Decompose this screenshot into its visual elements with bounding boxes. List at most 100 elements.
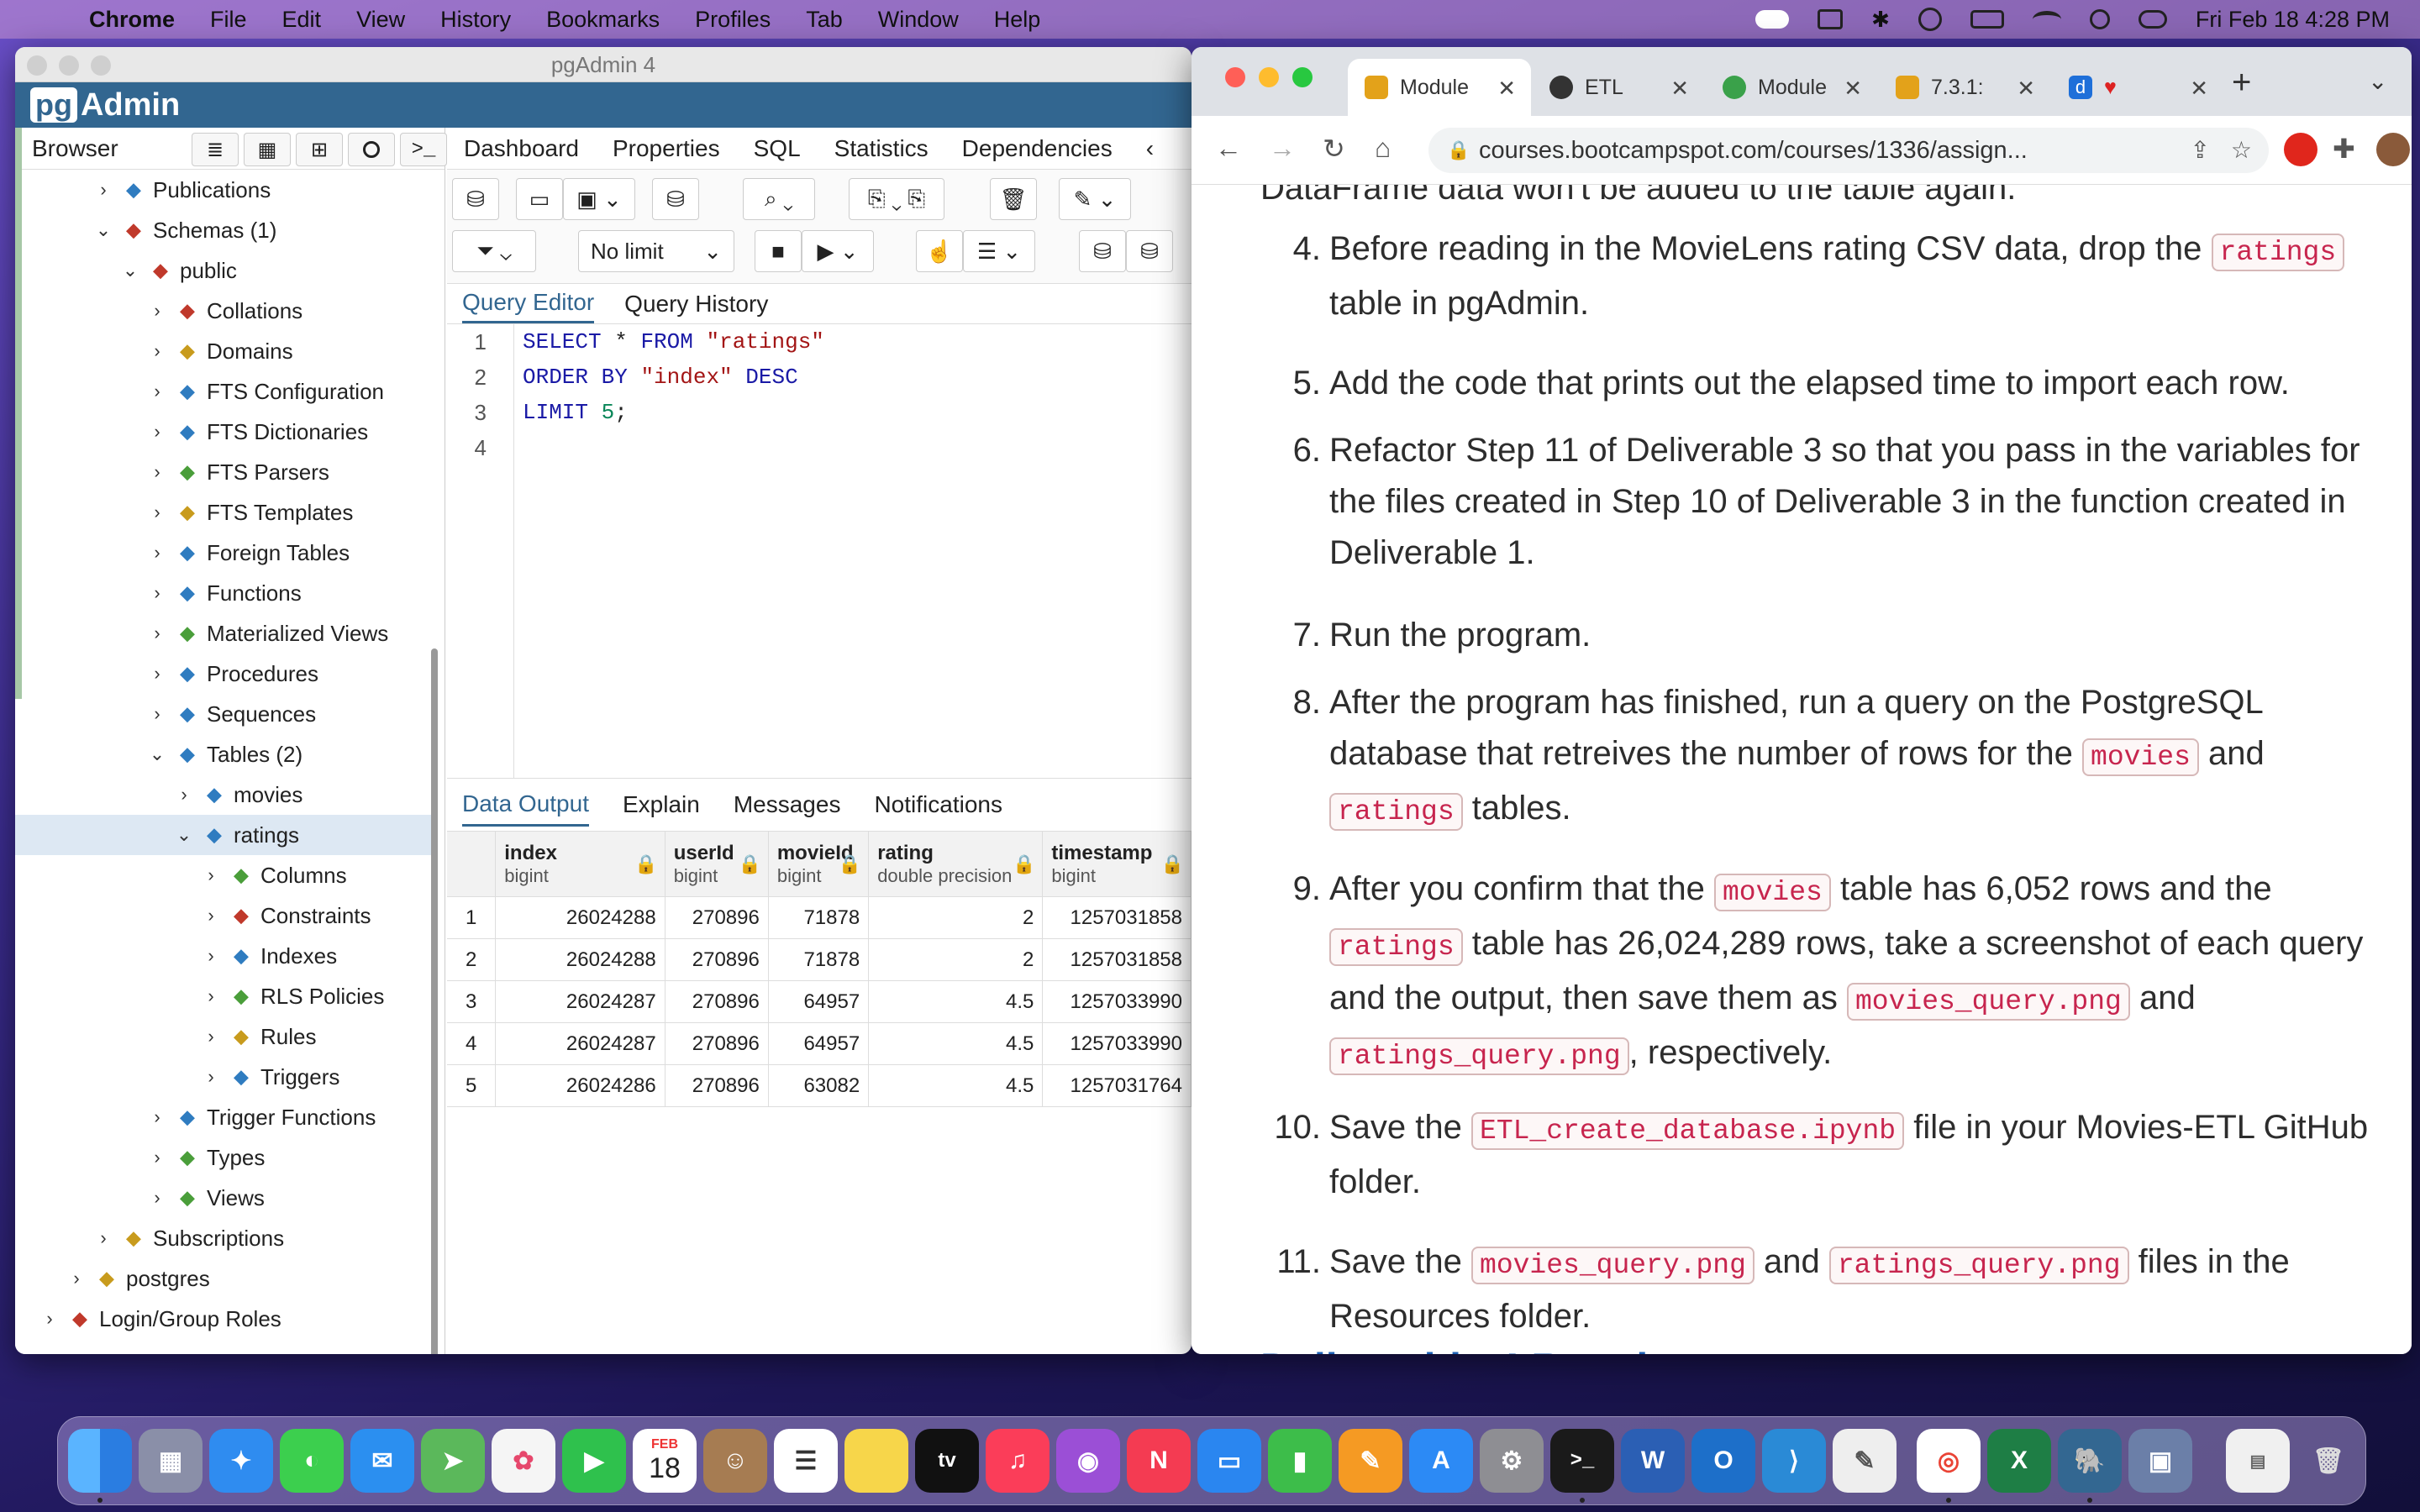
tree-item-types[interactable]: › ◆ Types [15, 1137, 435, 1178]
tree-item-indexes[interactable]: › ◆ Indexes [15, 936, 435, 976]
table-cell[interactable]: 270896 [666, 939, 769, 980]
menu-app-name[interactable]: Chrome [89, 7, 175, 33]
tree-item-columns[interactable]: › ◆ Columns [15, 855, 435, 895]
browser-tab[interactable]: Module ✕ [1706, 59, 1877, 116]
find-icon[interactable]: ⌕ ⌄ [743, 178, 815, 220]
rollback-icon[interactable]: ⛁ [1126, 230, 1173, 272]
spotlight-icon[interactable] [2089, 9, 2110, 29]
menu-tab[interactable]: Tab [806, 7, 843, 33]
tab-dashboard[interactable]: Dashboard [464, 135, 579, 162]
chevron-right-icon[interactable]: › [146, 300, 168, 322]
column-header-movieid[interactable]: movieId bigint 🔒 [769, 832, 870, 896]
chevron-right-icon[interactable]: › [92, 1227, 114, 1249]
chevron-right-icon[interactable]: › [146, 703, 168, 725]
tree-item-movies[interactable]: › ◆ movies [15, 774, 435, 815]
edit-icon[interactable]: ✎ ⌄ [1059, 178, 1131, 220]
bluetooth-icon[interactable]: ✱ [1871, 7, 1890, 33]
psql-tool-button[interactable]: >_ [400, 133, 447, 166]
table-row[interactable]: 1 26024288 270896 71878 2 1257031858 [447, 897, 1192, 939]
app-store-icon[interactable]: A [1409, 1429, 1473, 1493]
maps-icon[interactable]: ➤ [421, 1429, 485, 1493]
tree-item-rules[interactable]: › ◆ Rules [15, 1016, 435, 1057]
chevron-right-icon[interactable]: › [146, 542, 168, 564]
tree-item-schemas-1[interactable]: ⌄ ◆ Schemas (1) [15, 210, 435, 250]
column-header-rating[interactable]: rating double precision 🔒 [869, 832, 1044, 896]
table-row[interactable]: 4 26024287 270896 64957 4.5 1257033990 [447, 1023, 1192, 1065]
tab-messages[interactable]: Messages [734, 785, 841, 825]
pointer-icon[interactable]: ☝ [916, 230, 963, 272]
database-icon[interactable]: ⛁ [452, 178, 499, 220]
tab-sql[interactable]: SQL [754, 135, 801, 162]
tree-item-foreign-tables[interactable]: › ◆ Foreign Tables [15, 533, 435, 573]
music-icon[interactable]: ♫ [986, 1429, 1050, 1493]
reload-icon[interactable]: ↻ [1323, 133, 1345, 165]
chevron-right-icon[interactable]: › [173, 784, 195, 806]
sql-editor[interactable]: 1 2 3 4 SELECT * FROM "ratings" ORDER BY… [447, 324, 1192, 778]
browser-tab-active[interactable]: Module ✕ [1348, 59, 1531, 116]
table-cell[interactable]: 64957 [769, 981, 870, 1022]
row-number[interactable]: 3 [447, 981, 497, 1022]
table-cell[interactable]: 270896 [666, 1065, 769, 1106]
share-icon[interactable]: ⇪ [2191, 136, 2210, 164]
table-cell[interactable]: 4.5 [869, 1023, 1044, 1064]
extension-icon[interactable] [2284, 133, 2317, 166]
row-number[interactable]: 4 [447, 1023, 497, 1064]
chevron-down-icon[interactable]: ⌄ [146, 743, 168, 765]
outlook-icon[interactable]: O [1691, 1429, 1755, 1493]
close-tab-icon[interactable]: ✕ [1497, 76, 1516, 102]
control-center-icon[interactable] [2138, 10, 2167, 29]
messages-icon[interactable]: ◐ [280, 1429, 344, 1493]
chevron-right-icon[interactable]: › [200, 1066, 222, 1088]
tab-query-history[interactable]: Query History [624, 286, 768, 323]
save-file-icon[interactable]: ▣ ⌄ [563, 178, 635, 220]
chevron-right-icon[interactable]: › [146, 421, 168, 443]
word-icon[interactable]: W [1621, 1429, 1685, 1493]
table-cell[interactable]: 71878 [769, 897, 870, 938]
tab-query-editor[interactable]: Query Editor [462, 284, 595, 323]
tree-item-public[interactable]: ⌄ ◆ public [15, 250, 435, 291]
contacts-icon[interactable]: ☺ [703, 1429, 767, 1493]
wifi-icon[interactable] [2032, 11, 2061, 28]
keynote-icon[interactable]: ▭ [1197, 1429, 1261, 1493]
delete-icon[interactable]: 🗑 [990, 178, 1037, 220]
chevron-right-icon[interactable]: › [146, 1187, 168, 1209]
table-row[interactable]: 3 26024287 270896 64957 4.5 1257033990 [447, 981, 1192, 1023]
explain-icon[interactable]: ☰ ⌄ [963, 230, 1035, 272]
pages-icon[interactable]: ✎ [1339, 1429, 1402, 1493]
podcasts-icon[interactable]: ◉ [1056, 1429, 1120, 1493]
script-editor-icon[interactable]: ✎ [1833, 1429, 1897, 1493]
pgadmin-dock-icon[interactable]: 🐘 [2058, 1429, 2122, 1493]
table-cell[interactable]: 270896 [666, 981, 769, 1022]
tab-data-output[interactable]: Data Output [462, 784, 589, 827]
finder-icon[interactable] [68, 1429, 132, 1493]
chevron-right-icon[interactable]: › [146, 461, 168, 483]
row-limit-select[interactable]: No limit ⌄ [578, 230, 734, 272]
back-icon[interactable]: ← [1215, 133, 1242, 164]
table-cell[interactable]: 26024286 [496, 1065, 666, 1106]
tree-item-fts-templates[interactable]: › ◆ FTS Templates [15, 492, 435, 533]
tree-item-postgres[interactable]: › ◆ postgres [15, 1258, 435, 1299]
menu-file[interactable]: File [210, 7, 247, 33]
chevron-right-icon[interactable]: › [146, 582, 168, 604]
tree-item-login-group-roles[interactable]: › ◆ Login/Group Roles [15, 1299, 435, 1339]
column-header-userid[interactable]: userId bigint 🔒 [666, 832, 769, 896]
table-cell[interactable]: 26024288 [496, 897, 666, 938]
bookmark-star-icon[interactable]: ☆ [2231, 136, 2252, 164]
numbers-icon[interactable]: ▮ [1268, 1429, 1332, 1493]
menu-profiles[interactable]: Profiles [695, 7, 771, 33]
stop-icon[interactable]: ■ [755, 230, 802, 272]
tabs-scroll-left-icon[interactable]: ‹ [1146, 135, 1154, 162]
window-close-button[interactable] [1225, 67, 1245, 87]
table-cell[interactable]: 4.5 [869, 981, 1044, 1022]
chevron-down-icon[interactable]: ⌄ [92, 219, 114, 241]
chrome-icon[interactable]: ◎ [1917, 1429, 1981, 1493]
address-bar[interactable]: 🔒 courses.bootcampspot.com/courses/1336/… [1428, 128, 2269, 173]
close-tab-icon[interactable]: ✕ [1844, 76, 1862, 102]
table-row[interactable]: 2 26024288 270896 71878 2 1257031858 [447, 939, 1192, 981]
document-stack-icon[interactable]: ▤ [2226, 1429, 2290, 1493]
safari-icon[interactable]: ✦ [209, 1429, 273, 1493]
table-cell[interactable]: 1257031858 [1043, 897, 1192, 938]
news-icon[interactable]: N [1127, 1429, 1191, 1493]
table-cell[interactable]: 26024288 [496, 939, 666, 980]
preview-icon[interactable]: ▣ [2128, 1429, 2192, 1493]
